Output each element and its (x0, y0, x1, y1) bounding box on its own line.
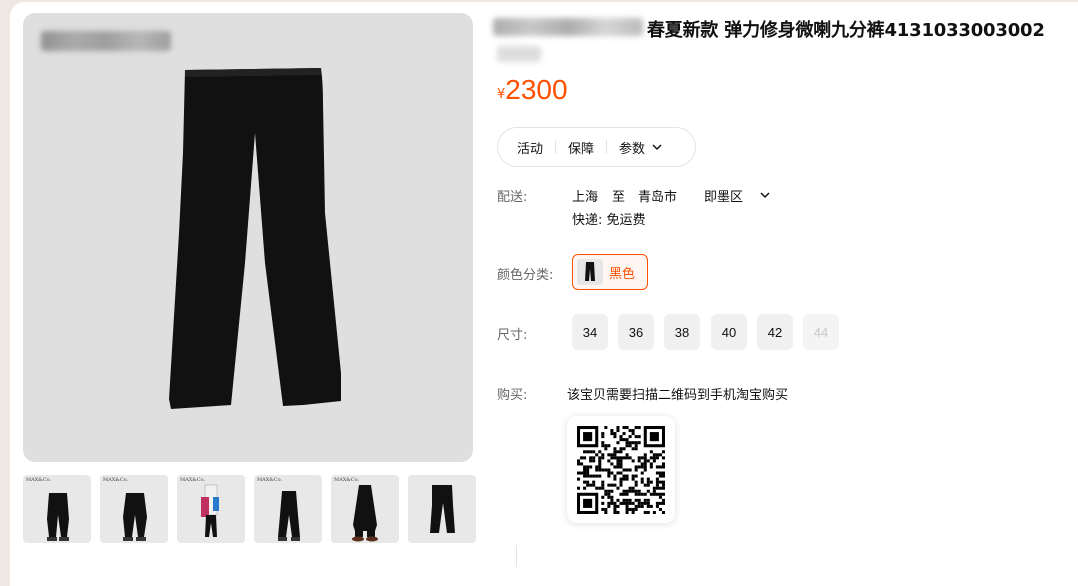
size-option[interactable]: 36 (618, 314, 654, 350)
shipping-info: 快递: 免运费 (572, 213, 646, 228)
size-label: 尺寸: (497, 328, 528, 343)
size-option[interactable]: 42 (757, 314, 793, 350)
color-option-black[interactable]: 黑色 (572, 254, 648, 290)
delivery-to-word: 至 (612, 190, 626, 205)
delivery-city[interactable]: 青岛市 (638, 186, 677, 205)
delivery-label: 配送: (497, 190, 528, 205)
pants-image (169, 68, 341, 409)
main-product-image[interactable] (23, 13, 473, 462)
thumbnail-5[interactable]: MAX&Co. (331, 475, 399, 543)
tab-guarantee[interactable]: 保障 (556, 138, 606, 157)
buy-notice: 该宝贝需要扫描二维码到手机淘宝购买 (567, 388, 789, 403)
size-option[interactable]: 40 (711, 314, 747, 350)
thumbnail-2[interactable]: MAX&Co. (100, 475, 168, 543)
chevron-down-icon[interactable] (759, 189, 771, 201)
thumbnail-6[interactable] (408, 475, 476, 543)
delivery-from: 上海 (572, 190, 599, 205)
title-prefix-blurred (493, 18, 643, 36)
thumbnail-1[interactable]: MAX&Co. (23, 475, 91, 543)
thumbnail-3[interactable]: MAX&Co. (177, 475, 245, 543)
buy-label: 购买: (497, 388, 528, 403)
size-option[interactable]: 34 (572, 314, 608, 350)
color-thumbnail (577, 259, 603, 285)
size-option-disabled: 44 (803, 314, 839, 350)
product-title: 春夏新款 弹力修身微喇九分裤4131033003002 (647, 20, 1045, 41)
price-value: 2300 (505, 74, 568, 105)
size-option[interactable]: 38 (664, 314, 700, 350)
qr-code-card (567, 416, 675, 523)
color-label: 颜色分类: (497, 268, 554, 283)
product-price: ¥2300 (497, 74, 568, 106)
title-line2-blurred (497, 46, 541, 62)
tab-params-label: 参数 (619, 141, 646, 157)
tab-activity[interactable]: 活动 (498, 138, 555, 157)
thumbnail-4[interactable]: MAX&Co. (254, 475, 322, 543)
chevron-down-icon (652, 144, 662, 151)
info-tabs: 活动 保障 参数 (497, 127, 696, 167)
divider-line (516, 545, 517, 567)
tab-params[interactable]: 参数 (607, 138, 675, 157)
delivery-district[interactable]: 即墨区 (704, 186, 743, 205)
qr-code-icon (577, 425, 665, 514)
color-option-label: 黑色 (609, 266, 636, 282)
